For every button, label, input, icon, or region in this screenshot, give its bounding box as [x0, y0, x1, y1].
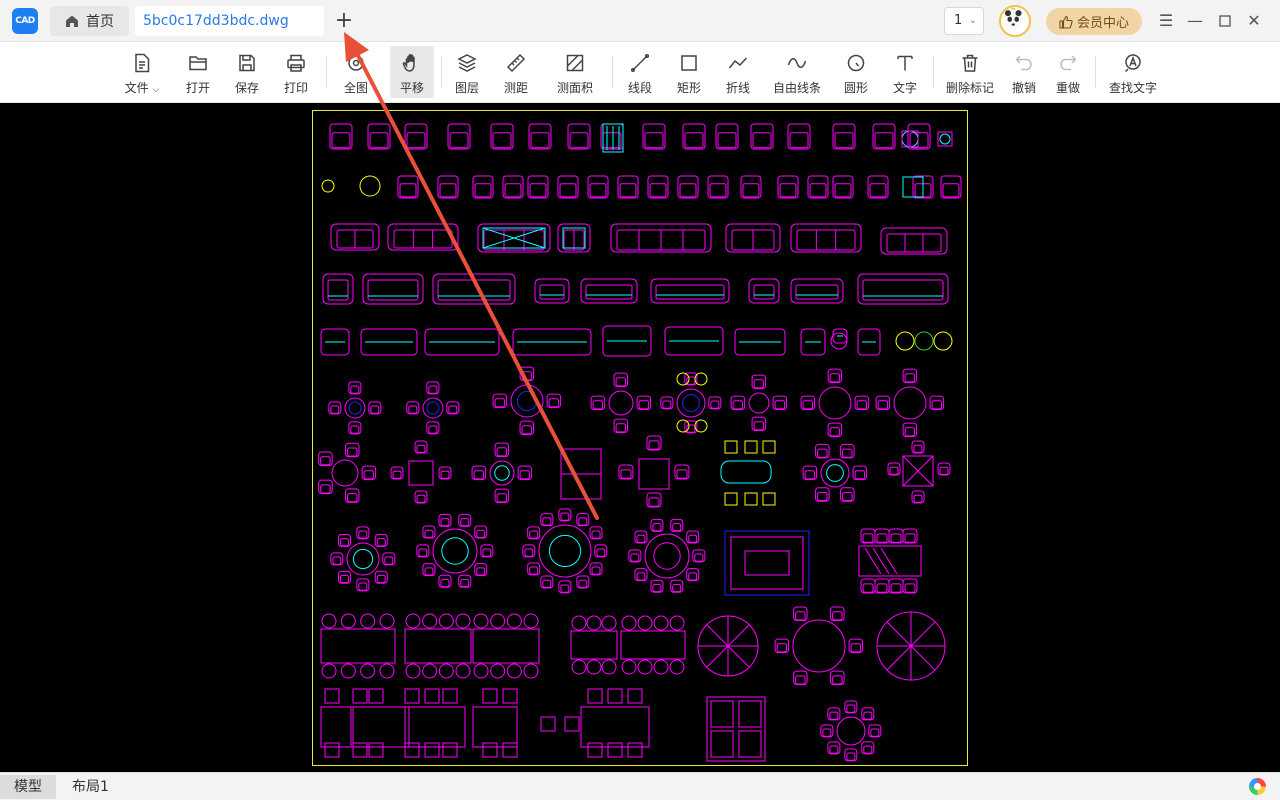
- file-menu-label: 文件: [124, 81, 149, 95]
- freehand-button[interactable]: 自由线条: [770, 46, 824, 98]
- text-button[interactable]: 文字: [885, 46, 925, 98]
- rectangle-label: 矩形: [676, 81, 701, 95]
- toolbar-divider: [1095, 56, 1096, 88]
- color-wheel-icon[interactable]: [1249, 778, 1266, 795]
- layers-button[interactable]: 图层: [447, 46, 487, 98]
- file-icon: [135, 53, 150, 73]
- bottom-bar: 模型 布局1: [0, 772, 1280, 800]
- toolbar-divider: [612, 56, 613, 88]
- menu-icon[interactable]: ☰: [1156, 11, 1176, 31]
- minimize-icon[interactable]: —: [1185, 11, 1205, 31]
- fit-all-icon: [348, 55, 364, 71]
- rectangle-icon: [681, 55, 697, 71]
- save-icon: [239, 54, 255, 72]
- page-select-value: 1: [954, 13, 963, 28]
- freehand-label: 自由线条: [772, 81, 821, 95]
- polyline-icon: [728, 57, 748, 69]
- toolbar: 文件 ⌵ 打开 保存 打印 全图 平移 图层 测距 测面积 线段 矩形 折线 自…: [0, 42, 1280, 103]
- file-menu-button[interactable]: 文件 ⌵: [118, 46, 166, 98]
- page-select[interactable]: 1 ⌄: [944, 7, 984, 35]
- tab-file[interactable]: 5bc0c17dd3bdc.dwg: [135, 6, 324, 36]
- fit-all-label: 全图: [343, 81, 368, 95]
- vip-center-label: 会员中心: [1076, 16, 1129, 31]
- save-button[interactable]: 保存: [227, 46, 267, 98]
- chevron-down-icon: ⌄: [968, 15, 977, 26]
- cad-furniture-drawing: [318, 123, 962, 762]
- tab-home-label: 首页: [86, 14, 114, 30]
- drawing-frame: [312, 110, 968, 766]
- text-icon: [897, 55, 913, 71]
- redo-button[interactable]: 重做: [1048, 46, 1088, 98]
- save-label: 保存: [234, 81, 259, 95]
- print-button[interactable]: 打印: [276, 46, 316, 98]
- printer-icon: [287, 54, 305, 72]
- drawing-canvas[interactable]: [0, 103, 1280, 772]
- measure-area-button[interactable]: 测面积: [552, 46, 598, 98]
- polyline-button[interactable]: 折线: [718, 46, 758, 98]
- line-icon: [630, 53, 650, 73]
- redo-label: 重做: [1055, 81, 1080, 95]
- pan-label: 平移: [399, 81, 424, 95]
- tab-layout-1[interactable]: 布局1: [58, 775, 123, 799]
- trash-icon: [962, 54, 978, 72]
- undo-icon: [1015, 55, 1032, 71]
- line-button[interactable]: 线段: [620, 46, 660, 98]
- title-bar: CAD 首页 5bc0c17dd3bdc.dwg + 1 ⌄ 会员中心 ☰ — …: [0, 0, 1280, 42]
- undo-label: 撤销: [1011, 81, 1036, 95]
- redo-icon: [1060, 55, 1077, 71]
- text-label: 文字: [892, 81, 917, 95]
- delete-marks-button[interactable]: 删除标记: [942, 46, 998, 98]
- maximize-icon[interactable]: [1215, 11, 1235, 31]
- polyline-label: 折线: [725, 81, 750, 95]
- toolbar-divider: [933, 56, 934, 88]
- avatar[interactable]: [999, 5, 1031, 37]
- measure-distance-label: 测距: [503, 81, 528, 95]
- toolbar-divider: [441, 56, 442, 88]
- layers-icon: [457, 54, 477, 72]
- delete-marks-label: 删除标记: [945, 81, 994, 95]
- tab-model[interactable]: 模型: [0, 775, 56, 799]
- line-label: 线段: [627, 81, 652, 95]
- fit-all-button[interactable]: 全图: [334, 46, 378, 98]
- find-text-label: 查找文字: [1108, 81, 1157, 95]
- circle-icon: [847, 54, 865, 72]
- tab-home[interactable]: 首页: [50, 6, 129, 36]
- pan-button[interactable]: 平移: [390, 46, 434, 98]
- app-logo[interactable]: CAD: [12, 8, 38, 34]
- measure-area-label: 测面积: [556, 81, 593, 95]
- undo-button[interactable]: 撤销: [1004, 46, 1044, 98]
- rectangle-button[interactable]: 矩形: [669, 46, 709, 98]
- circle-button[interactable]: 圆形: [836, 46, 876, 98]
- tab-file-label: 5bc0c17dd3bdc.dwg: [143, 13, 289, 29]
- find-text-button[interactable]: 查找文字: [1104, 46, 1162, 98]
- measure-distance-button[interactable]: 测距: [496, 46, 536, 98]
- freehand-icon: [787, 58, 807, 68]
- open-button[interactable]: 打开: [178, 46, 218, 98]
- vip-center-button[interactable]: 会员中心: [1046, 8, 1142, 35]
- find-text-icon: [1124, 54, 1141, 73]
- ruler-icon: [506, 53, 526, 73]
- area-icon: [566, 54, 584, 72]
- open-label: 打开: [185, 81, 210, 95]
- hand-icon: [402, 54, 415, 72]
- chevron-down-icon: ⌵: [152, 85, 160, 95]
- print-label: 打印: [283, 81, 308, 95]
- new-tab-button[interactable]: +: [334, 10, 354, 32]
- folder-open-icon: [189, 56, 207, 71]
- thumbs-up-icon: [1059, 15, 1073, 29]
- home-icon: [66, 15, 78, 27]
- circle-label: 圆形: [843, 81, 868, 95]
- layers-label: 图层: [454, 81, 479, 95]
- toolbar-divider: [326, 56, 327, 88]
- close-icon[interactable]: ✕: [1244, 11, 1264, 31]
